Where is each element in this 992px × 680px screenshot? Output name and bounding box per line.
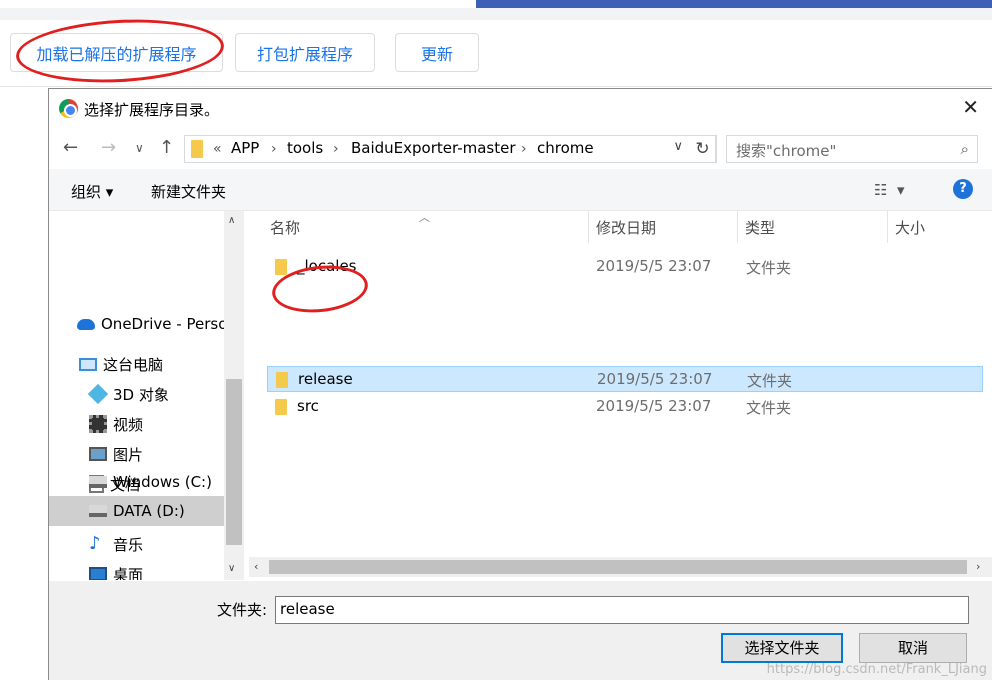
folder-label: 文件夹: [217,601,268,619]
nav-drive-c[interactable]: Windows (C:) [89,469,212,495]
breadcrumb-app[interactable]: APP [231,139,259,157]
file-row[interactable]: src 2019/5/5 23:07 文件夹 [267,394,983,420]
file-type: 文件夹 [746,259,792,277]
recent-chevron-icon[interactable]: ∨ [135,141,144,155]
column-type[interactable]: 类型 [745,217,775,251]
nav-label: 视频 [113,415,144,434]
folder-icon [275,259,287,275]
folder-icon [191,140,203,158]
column-divider[interactable] [887,211,888,243]
nav-onedrive[interactable]: OneDrive - Perso [77,311,227,337]
hscroll-thumb[interactable] [269,560,967,574]
nav-label: 这台电脑 [103,355,164,374]
red-annotation-circle [14,14,226,88]
nav-scrollbar[interactable]: ∧ ∨ [224,211,244,580]
view-options-icon[interactable]: ☷ ▾ [874,181,905,199]
help-icon[interactable]: ? [953,179,973,199]
picture-icon [89,447,107,461]
nav-label: Windows (C:) [113,473,212,491]
back-arrow-icon[interactable]: ← [63,137,78,158]
file-row[interactable]: _locales 2019/5/5 23:07 文件夹 [267,254,983,280]
scroll-up-icon[interactable]: ∧ [228,215,235,226]
page-divider [0,86,992,87]
column-size[interactable]: 大小 [895,217,925,251]
nav-label: 3D 对象 [113,385,169,404]
folder-icon [275,399,287,415]
cancel-button[interactable]: 取消 [859,633,967,663]
nav-label: OneDrive - Perso [101,315,228,333]
top-bar [0,8,992,20]
computer-icon [79,357,97,371]
file-name: src [297,397,319,415]
breadcrumb-tools[interactable]: tools [287,139,323,157]
drive-icon [89,476,107,488]
nav-scroll-thumb[interactable] [226,379,242,545]
chevron-right-icon[interactable]: › [521,141,527,157]
file-type: 文件夹 [746,399,792,417]
dialog-toolbar: 组织 ▾ 新建文件夹 ☷ ▾ ? [49,169,992,211]
column-name[interactable]: 名称 [270,217,300,251]
file-type: 文件夹 [747,372,793,390]
cube-icon [87,383,109,405]
file-list: ︿ 名称 修改日期 类型 大小 _locales 2019/5/5 23:07 … [247,211,992,580]
scroll-right-icon[interactable]: › [976,560,980,573]
file-row-selected[interactable]: release 2019/5/5 23:07 文件夹 [267,366,983,392]
folder-name-input[interactable]: release [275,596,969,624]
top-accent-strip [476,0,992,8]
select-folder-button[interactable]: 选择文件夹 [721,633,843,663]
sort-ascending-icon: ︿ [419,211,430,224]
chrome-icon [59,99,78,118]
file-date: 2019/5/5 23:07 [597,370,713,388]
pack-extension-button[interactable]: 打包扩展程序 [235,33,375,72]
organize-menu[interactable]: 组织 ▾ [71,181,113,202]
address-bar[interactable]: « APP › tools › BaiduExporter-master › c… [184,135,716,163]
chevron-right-icon[interactable]: › [333,141,339,157]
forward-arrow-icon[interactable]: → [101,137,116,158]
search-placeholder: 搜索"chrome" [736,142,837,160]
nav-videos[interactable]: 视频 [89,411,143,437]
dialog-title: 选择扩展程序目录。 [84,101,220,119]
scroll-left-icon[interactable]: ‹ [254,560,258,573]
breadcrumb-baiduexporter[interactable]: BaiduExporter-master [351,139,516,157]
scroll-down-icon[interactable]: ∨ [228,563,235,574]
nav-label: 图片 [113,445,144,464]
folder-icon [276,372,288,388]
nav-drive-d[interactable]: DATA (D:) [49,496,224,526]
update-button[interactable]: 更新 [395,33,479,72]
file-list-hscrollbar[interactable]: ‹ › [249,557,992,577]
search-input[interactable]: 搜索"chrome" ⌕ [726,135,978,163]
dialog-titlebar: 选择扩展程序目录。 ✕ [49,89,992,129]
navigation-bar: ← → ∨ ↑ « APP › tools › BaiduExporter-ma… [49,133,992,167]
address-dropdown-icon[interactable]: ∨ [673,139,683,154]
file-name: release [298,370,353,388]
folder-picker-dialog: 选择扩展程序目录。 ✕ ← → ∨ ↑ « APP › tools › Baid… [48,88,992,680]
dialog-footer: 文件夹: release 选择文件夹 取消 https://blog.csdn.… [49,581,992,680]
new-folder-button[interactable]: 新建文件夹 [151,181,226,202]
nav-this-pc[interactable]: 这台电脑 [79,351,163,377]
cloud-icon [77,318,95,330]
chevron-right-icon[interactable]: › [271,141,277,157]
up-arrow-icon[interactable]: ↑ [159,137,174,158]
column-date[interactable]: 修改日期 [596,217,656,251]
nav-label: DATA (D:) [113,502,185,520]
close-icon[interactable]: ✕ [962,97,979,117]
refresh-icon[interactable]: ↻ [689,135,717,163]
nav-pictures[interactable]: 图片 [89,441,143,467]
column-divider[interactable] [737,211,738,243]
breadcrumb-chrome[interactable]: chrome [537,139,594,157]
nav-3d-objects[interactable]: 3D 对象 [87,381,169,407]
drive-icon [89,505,107,517]
search-icon[interactable]: ⌕ [961,140,969,158]
column-divider[interactable] [588,211,589,243]
video-icon [89,415,107,433]
watermark: https://blog.csdn.net/Frank_LJiang [766,662,987,677]
navigation-pane-drives: Windows (C:) DATA (D:) [49,469,244,580]
overflow-chevron[interactable]: « [213,141,222,157]
file-date: 2019/5/5 23:07 [596,397,712,415]
file-date: 2019/5/5 23:07 [596,257,712,275]
